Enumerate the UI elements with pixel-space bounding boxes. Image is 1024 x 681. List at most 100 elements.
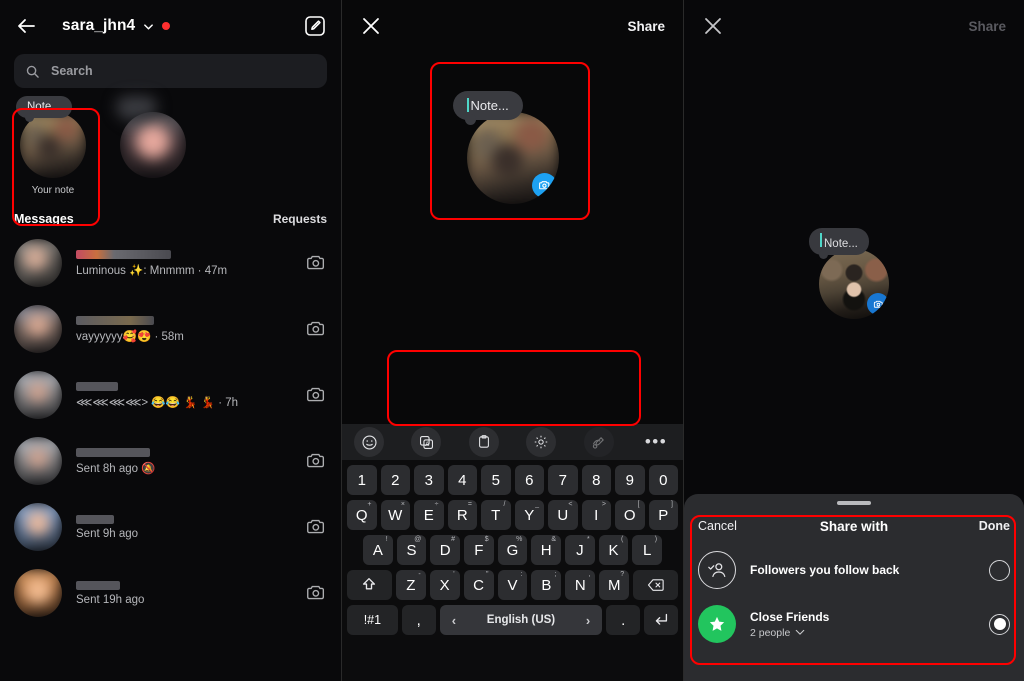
- key-e[interactable]: ÷ E: [414, 500, 444, 530]
- camera-icon[interactable]: [305, 252, 327, 274]
- key-b[interactable]: ; B: [531, 570, 562, 600]
- list-item[interactable]: Sent 19h ago: [0, 560, 341, 626]
- next-language-icon[interactable]: ›: [586, 613, 590, 628]
- radio-close-friends[interactable]: [989, 613, 1010, 635]
- backspace-icon[interactable]: [633, 570, 679, 600]
- spacebar[interactable]: ‹ English (US) ›: [439, 605, 603, 635]
- clipboard-icon[interactable]: [468, 427, 499, 457]
- note-composer[interactable]: Note...: [809, 228, 889, 319]
- key-q[interactable]: + Q: [347, 500, 377, 530]
- key-x[interactable]: ' X: [429, 570, 460, 600]
- enter-icon[interactable]: [644, 605, 679, 635]
- key-j[interactable]: * J: [565, 535, 595, 565]
- note-input[interactable]: Note...: [809, 228, 869, 259]
- note-your-note[interactable]: Note... Your note: [14, 96, 92, 196]
- highlight-box-audience: [387, 350, 641, 426]
- page-title: sara_jhn4: [62, 17, 136, 34]
- key-8[interactable]: 8: [581, 465, 611, 495]
- account-switcher[interactable]: sara_jhn4: [62, 17, 171, 35]
- tab-requests[interactable]: Requests: [273, 212, 327, 226]
- key-s[interactable]: @ S: [396, 535, 427, 565]
- key-l[interactable]: ) L: [632, 535, 663, 565]
- message-list: Luminous ✨: Mnmmm · 47m vayyyyyy🥰😍 · 58m: [0, 230, 341, 626]
- sticker-translate-icon[interactable]: A: [411, 427, 442, 457]
- key-t[interactable]: / T: [481, 500, 511, 530]
- list-item[interactable]: ⋘⋘⋘⋘> 😂😂 💃 💃 · 7h: [0, 362, 341, 428]
- option-subtitle-text: 2 people: [750, 626, 791, 639]
- search-input[interactable]: Search: [14, 54, 327, 88]
- key-c[interactable]: " C: [463, 570, 494, 600]
- list-item[interactable]: Sent 8h ago 🔕: [0, 428, 341, 494]
- key-1[interactable]: 1: [347, 465, 377, 495]
- note-placeholder: Note...: [470, 97, 509, 113]
- key-z[interactable]: -Z: [395, 570, 426, 600]
- avatar: [14, 437, 62, 485]
- key-g[interactable]: % G: [497, 535, 528, 565]
- emoji-icon[interactable]: [354, 427, 384, 457]
- camera-icon[interactable]: [305, 384, 327, 406]
- note-preview-area: Note...: [342, 52, 683, 242]
- camera-icon[interactable]: [531, 172, 557, 198]
- list-item[interactable]: Sent 9h ago: [0, 494, 341, 560]
- gear-icon[interactable]: [526, 427, 557, 457]
- radio-followers[interactable]: [989, 559, 1010, 581]
- key-3[interactable]: 3: [414, 465, 444, 495]
- camera-icon[interactable]: [305, 318, 327, 340]
- key-i[interactable]: > I: [581, 500, 611, 530]
- camera-icon[interactable]: [305, 516, 327, 538]
- list-item[interactable]: vayyyyyy🥰😍 · 58m: [0, 296, 341, 362]
- avatar: [14, 371, 62, 419]
- key-h[interactable]: & H: [531, 535, 562, 565]
- note-input[interactable]: Note...: [452, 90, 523, 125]
- key-v[interactable]: :V: [497, 570, 528, 600]
- cancel-button[interactable]: Cancel: [698, 519, 737, 533]
- done-button[interactable]: Done: [979, 519, 1010, 533]
- back-arrow-icon[interactable]: [14, 13, 40, 39]
- more-dots-icon[interactable]: •••: [641, 427, 671, 457]
- key-4[interactable]: 4: [447, 465, 477, 495]
- tab-messages[interactable]: Messages: [14, 212, 74, 226]
- symbols-key[interactable]: !#1: [347, 605, 398, 635]
- onscreen-keyboard: 1 2 3 4 5 6 7 8 9 0 + Q × W ÷ E = R / T _ Y < U…: [342, 460, 683, 681]
- camera-icon[interactable]: [867, 293, 889, 315]
- key-k[interactable]: (K: [598, 535, 629, 565]
- share-button[interactable]: Share: [627, 19, 665, 34]
- note-composer[interactable]: Note...: [452, 90, 559, 204]
- option-followers-you-follow-back[interactable]: Followers you follow back: [698, 543, 1010, 597]
- option-close-friends[interactable]: Close Friends 2 people: [698, 597, 1010, 651]
- comma-key[interactable]: ,: [401, 605, 436, 635]
- keyboard-row-numbers: 1 2 3 4 5 6 7 8 9 0: [345, 465, 680, 495]
- close-icon[interactable]: [702, 15, 724, 37]
- key-d[interactable]: # D: [430, 535, 460, 565]
- camera-icon[interactable]: [305, 582, 327, 604]
- camera-icon[interactable]: [305, 450, 327, 472]
- share-button[interactable]: Share: [968, 19, 1006, 34]
- key-5[interactable]: 5: [481, 465, 511, 495]
- key-0[interactable]: 0: [648, 465, 678, 495]
- key-2[interactable]: 2: [380, 465, 410, 495]
- key-u[interactable]: < U: [548, 500, 578, 530]
- star-icon: [698, 605, 736, 643]
- key-7[interactable]: 7: [548, 465, 578, 495]
- note-other-user[interactable]: [114, 96, 192, 196]
- handwriting-icon[interactable]: [583, 427, 614, 457]
- period-key[interactable]: .: [606, 605, 641, 635]
- key-w[interactable]: × W: [380, 500, 410, 530]
- chevron-down-icon: [796, 629, 805, 635]
- compose-icon[interactable]: [303, 14, 327, 38]
- key-6[interactable]: 6: [514, 465, 544, 495]
- shift-icon[interactable]: [346, 570, 392, 600]
- key-y[interactable]: _ Y: [514, 500, 544, 530]
- option-subtitle[interactable]: 2 people: [750, 627, 975, 639]
- close-icon[interactable]: [360, 15, 382, 37]
- keyboard-language-label: English (US): [486, 614, 556, 626]
- key-o[interactable]: [O: [615, 500, 645, 530]
- key-p[interactable]: ] P: [648, 500, 678, 530]
- key-f[interactable]: $ F: [464, 535, 494, 565]
- key-r[interactable]: = R: [447, 500, 477, 530]
- key-a[interactable]: ! A: [362, 535, 393, 565]
- key-9[interactable]: 9: [615, 465, 645, 495]
- list-item[interactable]: Luminous ✨: Mnmmm · 47m: [0, 230, 341, 296]
- key-n[interactable]: ,N: [565, 570, 596, 600]
- key-m[interactable]: ? M: [599, 570, 630, 600]
